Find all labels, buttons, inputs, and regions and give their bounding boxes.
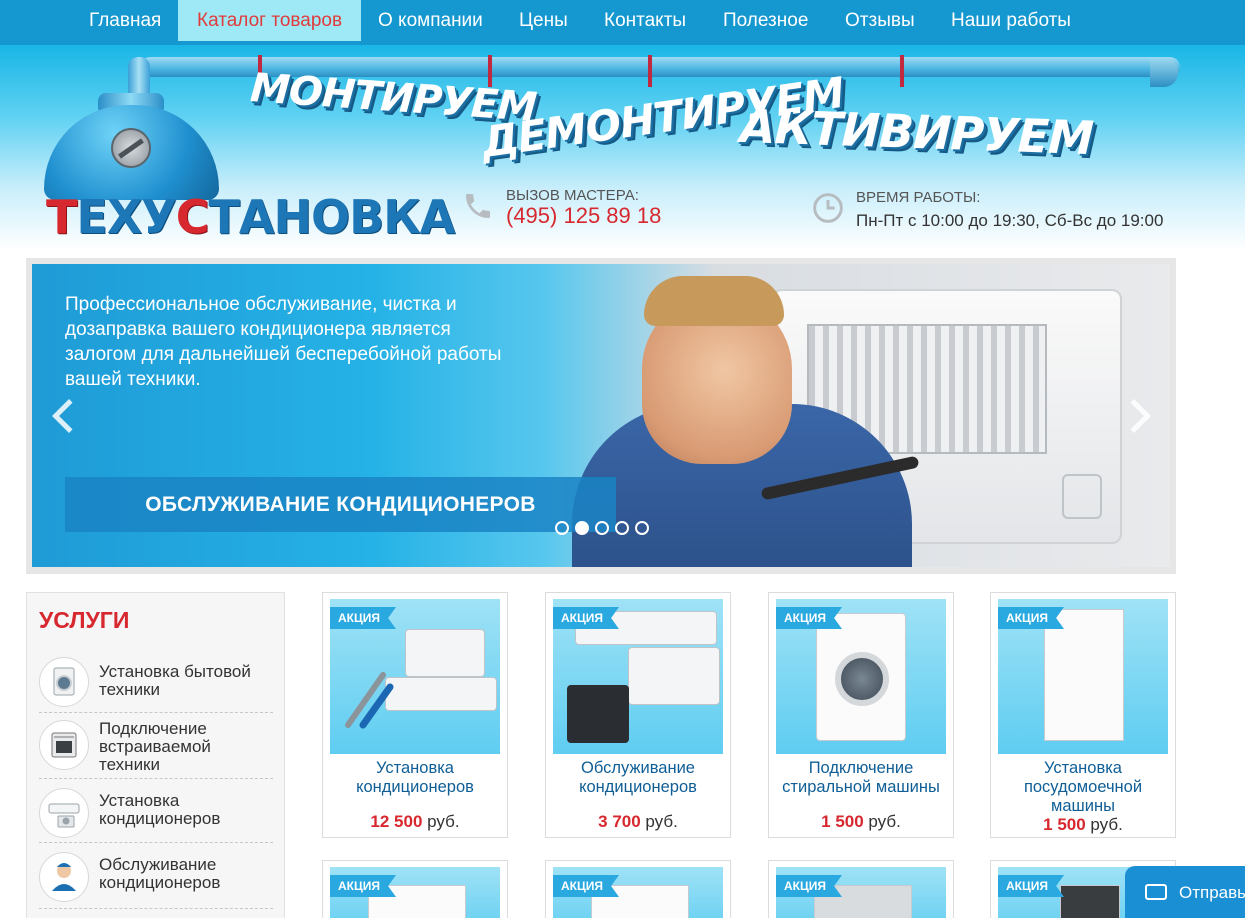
promo-tag: АКЦИЯ	[553, 607, 620, 629]
promo-tag: АКЦИЯ	[553, 875, 620, 897]
work-hours: Пн-Пт с 10:00 до 19:30, Сб-Вс до 19:00	[856, 211, 1164, 230]
product-image: АКЦИЯ	[776, 599, 946, 754]
slider-dot[interactable]	[555, 521, 569, 535]
product-image: АКЦИЯ	[553, 867, 723, 918]
promo-tag: АКЦИЯ	[998, 875, 1065, 897]
slider-dot-active[interactable]	[575, 521, 589, 535]
slide-ac-panel-image	[1062, 474, 1102, 519]
product-card[interactable]: АКЦИЯ	[545, 860, 731, 918]
services-sidebar: УСЛУГИ Установка бытовой техники Подключ…	[26, 592, 285, 918]
decor-hanger	[900, 55, 904, 87]
service-label: Установка кондиционеров	[99, 791, 221, 828]
service-item-ac-service[interactable]: Обслуживание кондиционеров	[39, 850, 273, 905]
nav-item-contacts[interactable]: Контакты	[585, 0, 705, 41]
nav-item-reviews[interactable]: Отзывы	[826, 0, 934, 41]
service-item-appliance-install[interactable]: Установка бытовой техники	[39, 655, 273, 710]
services-title: УСЛУГИ	[39, 607, 130, 633]
main-nav: Главная Каталог товаров О компании Цены …	[0, 0, 1245, 45]
washing-machine-image	[816, 613, 906, 741]
ac-indoor-image	[385, 677, 497, 711]
service-label: Подключение встраиваемой техники	[99, 719, 211, 774]
nav-item-catalog[interactable]: Каталог товаров	[178, 0, 362, 41]
product-card-ac-service[interactable]: АКЦИЯ Обслуживание кондиционеров 3 700 р…	[545, 592, 731, 838]
washing-machine-icon	[39, 657, 89, 707]
product-price: 12 500 руб.	[370, 812, 460, 831]
slider-prev-arrow-icon[interactable]	[52, 399, 86, 433]
service-item-built-in[interactable]: Подключение встраиваемой техники	[39, 717, 273, 777]
product-card[interactable]: АКЦИЯ	[322, 860, 508, 918]
product-image: АКЦИЯ	[553, 599, 723, 754]
product-card-dishwasher[interactable]: АКЦИЯ Установка посудомоечной машины 1 5…	[990, 592, 1176, 838]
nav-item-about[interactable]: О компании	[359, 0, 502, 41]
product-image: АКЦИЯ	[998, 599, 1168, 754]
chat-label: Отправь	[1179, 883, 1245, 902]
ac-outdoor-image	[628, 647, 720, 705]
phone-number[interactable]: (495) 125 89 18	[506, 203, 661, 229]
divider	[39, 712, 273, 713]
slider-dot[interactable]	[635, 521, 649, 535]
promo-tag: АКЦИЯ	[776, 607, 843, 629]
nav-item-our-works[interactable]: Наши работы	[932, 0, 1090, 41]
product-price: 3 700 руб.	[598, 812, 678, 831]
nav-item-home[interactable]: Главная	[70, 0, 180, 41]
product-title[interactable]: Обслуживание кондиционеров	[550, 759, 726, 797]
service-label: Обслуживание кондиционеров	[99, 855, 221, 892]
slogan-activate: АКТИВИРУЕМ	[739, 98, 1094, 166]
envelope-icon	[1145, 884, 1167, 900]
logo-bolt-icon	[111, 128, 151, 168]
promo-tag: АКЦИЯ	[998, 607, 1065, 629]
ac-outdoor-image	[405, 629, 485, 677]
product-card[interactable]: АКЦИЯ	[768, 860, 954, 918]
decor-pipe-end	[1150, 57, 1178, 87]
fridge-image	[1060, 885, 1120, 918]
promo-tag: АКЦИЯ	[330, 875, 397, 897]
site-header: МОНТИРУЕМ ДЕМОНТИРУЕМ АКТИВИРУЕМ ТЕХУСТА…	[0, 45, 1245, 250]
divider	[39, 908, 273, 909]
oven-icon	[39, 720, 89, 770]
service-item-ac-install[interactable]: Установка кондиционеров	[39, 786, 273, 841]
toolbox-image	[567, 685, 629, 743]
promo-tag: АКЦИЯ	[776, 875, 843, 897]
product-image: АКЦИЯ	[776, 867, 946, 918]
chat-send-button[interactable]: Отправь	[1125, 866, 1245, 918]
divider	[39, 842, 273, 843]
decor-hanger	[648, 55, 652, 87]
tools-image	[345, 672, 394, 729]
technician-icon	[39, 852, 89, 902]
product-title[interactable]: Установка кондиционеров	[327, 759, 503, 797]
slide-banner[interactable]: ОБСЛУЖИВАНИЕ КОНДИЦИОНЕРОВ	[65, 477, 616, 532]
slide-technician-hair-image	[644, 276, 784, 326]
product-title[interactable]: Установка посудомоечной машины	[995, 759, 1171, 816]
slider-dot[interactable]	[615, 521, 629, 535]
slide-text: Профессиональное обслуживание, чистка и …	[65, 294, 502, 390]
logo[interactable]: ТЕХУСТАНОВКА	[46, 190, 455, 244]
nav-item-useful[interactable]: Полезное	[704, 0, 827, 41]
work-hours-label: ВРЕМЯ РАБОТЫ:	[856, 189, 981, 206]
clock-icon	[813, 193, 843, 223]
promo-tag: АКЦИЯ	[330, 607, 397, 629]
service-label: Установка бытовой техники	[99, 662, 251, 699]
product-image: АКЦИЯ	[330, 867, 500, 918]
divider	[39, 778, 273, 779]
slider-next-arrow-icon[interactable]	[1117, 399, 1151, 433]
nav-item-prices[interactable]: Цены	[500, 0, 587, 41]
promo-slider: Профессиональное обслуживание, чистка и …	[32, 264, 1170, 567]
product-title[interactable]: Подключение стиральной машины	[773, 759, 949, 797]
slider-dot[interactable]	[595, 521, 609, 535]
product-price: 1 500 руб.	[1043, 815, 1123, 834]
product-card-washer[interactable]: АКЦИЯ Подключение стиральной машины 1 50…	[768, 592, 954, 838]
phone-icon	[466, 194, 490, 218]
call-master-label: ВЫЗОВ МАСТЕРА:	[506, 187, 639, 204]
air-conditioner-icon	[39, 788, 89, 838]
product-card-ac-install[interactable]: АКЦИЯ Установка кондиционеров 12 500 руб…	[322, 592, 508, 838]
product-image: АКЦИЯ	[330, 599, 500, 754]
product-price: 1 500 руб.	[821, 812, 901, 831]
